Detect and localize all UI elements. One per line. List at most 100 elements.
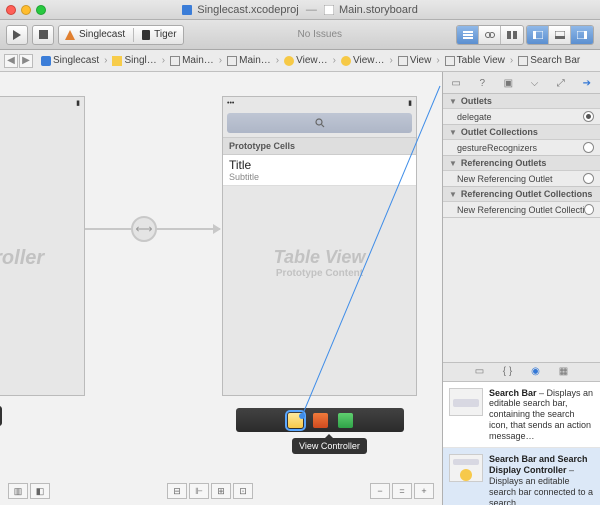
resolve-issues-button[interactable]: ⊞ <box>211 483 231 499</box>
crumb-label: Main… <box>182 55 214 66</box>
search-icon <box>315 118 325 128</box>
jump-crumb[interactable]: Main… <box>227 55 282 66</box>
document-outline-toggle[interactable]: ▥ <box>8 483 28 499</box>
exit-dock-icon[interactable] <box>338 413 353 428</box>
close-window-button[interactable] <box>6 5 16 15</box>
scene-dock <box>236 408 404 432</box>
window-title: Singlecast.xcodeproj — Main.storyboard <box>0 4 600 16</box>
jump-crumb[interactable]: Search Bar <box>518 55 588 66</box>
outlet-row[interactable]: gestureRecognizers <box>443 140 600 155</box>
size-inspector-tab[interactable]: ⤢ <box>554 77 568 91</box>
scene-watermark: n Controller <box>0 247 84 270</box>
scene-icon <box>284 56 294 66</box>
library-item-search-display-controller[interactable]: Search Bar and Search Display Controller… <box>443 448 600 505</box>
jump-bar: ◀ ▶ Singlecast Singl… Main… Main… View… … <box>0 50 600 72</box>
zoom-window-button[interactable] <box>36 5 46 15</box>
library-thumb <box>449 454 483 482</box>
code-snippet-library-tab[interactable]: { } <box>501 365 515 379</box>
stop-button[interactable] <box>32 25 54 45</box>
window-titlebar: Singlecast.xcodeproj — Main.storyboard <box>0 0 600 20</box>
outlet-name: delegate <box>457 112 492 122</box>
battery-icon: ▮ <box>76 99 80 107</box>
toggle-navigator-button[interactable] <box>527 26 549 44</box>
scene-navigation-controller[interactable]: •••▮ n Controller <box>0 96 85 396</box>
connections-inspector-tab[interactable]: ➔ <box>580 77 594 91</box>
view-icon <box>445 56 455 66</box>
identity-inspector-tab[interactable]: ▣ <box>501 77 515 91</box>
view-controller-dock-icon[interactable] <box>288 413 303 428</box>
version-editor-button[interactable] <box>501 26 523 44</box>
jump-crumb[interactable]: Singl… <box>112 55 168 66</box>
outlet-row[interactable]: New Referencing Outlet <box>443 171 600 186</box>
align-button[interactable]: ⊟ <box>167 483 187 499</box>
prototype-cells-header: Prototype Cells <box>223 137 416 155</box>
object-library-tab[interactable]: ◉ <box>529 365 543 379</box>
outlet-port[interactable] <box>583 111 594 122</box>
scheme-dest-label: Tiger <box>154 29 176 40</box>
quick-help-tab[interactable]: ? <box>475 77 489 91</box>
jump-crumb[interactable]: View… <box>284 55 339 66</box>
assistant-editor-button[interactable] <box>479 26 501 44</box>
jump-crumb[interactable]: Table View <box>445 55 517 66</box>
library-item-title: Search Bar <box>489 388 537 398</box>
minimize-window-button[interactable] <box>21 5 31 15</box>
resizing-button[interactable]: ⊡ <box>233 483 253 499</box>
attributes-inspector-tab[interactable]: ⌵ <box>528 77 542 91</box>
standard-editor-button[interactable] <box>457 26 479 44</box>
zoom-actual-button[interactable]: = <box>392 483 412 499</box>
scene-view-controller[interactable]: •••▮ Prototype Cells Title Subtitle Tabl… <box>222 96 417 396</box>
search-bar[interactable] <box>227 113 412 133</box>
jump-crumb[interactable]: Main… <box>170 55 225 66</box>
library-tabs: ▭ { } ◉ ▦ <box>443 362 600 382</box>
library-item-search-bar[interactable]: Search Bar – Displays an editable search… <box>443 382 600 449</box>
crumb-label: View… <box>296 55 328 66</box>
media-library-tab[interactable]: ▦ <box>557 365 571 379</box>
outlet-row[interactable]: New Referencing Outlet Collection <box>443 202 600 217</box>
scene-icon <box>341 56 351 66</box>
jump-crumb[interactable]: View <box>398 55 443 66</box>
run-button[interactable] <box>6 25 28 45</box>
traffic-lights <box>6 5 46 15</box>
referencing-outlet-collections-section: ▼Referencing Outlet Collections New Refe… <box>443 187 600 218</box>
first-responder-dock-icon[interactable] <box>313 413 328 428</box>
project-icon <box>41 56 51 66</box>
pin-button[interactable]: ⊩ <box>189 483 209 499</box>
main-toolbar: Singlecast Tiger No Issues <box>0 20 600 50</box>
file-inspector-tab[interactable]: ▭ <box>449 77 463 91</box>
toggle-utilities-button[interactable] <box>571 26 593 44</box>
battery-icon: ▮ <box>408 99 412 107</box>
toggle-debug-button[interactable] <box>549 26 571 44</box>
outlet-port[interactable] <box>583 173 594 184</box>
jump-crumb[interactable]: Singlecast <box>41 55 110 66</box>
outlets-section: ▼Outlets delegate <box>443 94 600 125</box>
canvas-config-button[interactable]: ◧ <box>30 483 50 499</box>
inspector-tabs: ▭ ? ▣ ⌵ ⤢ ➔ <box>443 72 600 94</box>
object-library: ▭ { } ◉ ▦ Search Bar – Displays an edita… <box>443 362 600 505</box>
tableview-watermark: Table View Prototype Content <box>223 247 416 279</box>
scheme-selector[interactable]: Singlecast Tiger <box>58 25 184 45</box>
jump-forward-button[interactable]: ▶ <box>19 54 33 68</box>
outlet-name: gestureRecognizers <box>457 143 537 153</box>
outlet-port[interactable] <box>584 204 594 215</box>
outlet-collections-section: ▼Outlet Collections gestureRecognizers <box>443 125 600 156</box>
view-panels-segmented[interactable] <box>526 25 594 45</box>
zoom-out-button[interactable]: − <box>370 483 390 499</box>
view-icon <box>398 56 408 66</box>
main-split: •••▮ n Controller n Controller ⟷ •••▮ Pr… <box>0 72 600 505</box>
outlet-row[interactable]: delegate <box>443 109 600 124</box>
editor-mode-segmented[interactable] <box>456 25 524 45</box>
dock-tooltip: View Controller <box>292 438 367 454</box>
jump-back-button[interactable]: ◀ <box>4 54 18 68</box>
file-template-library-tab[interactable]: ▭ <box>473 365 487 379</box>
storyboard-icon <box>324 5 334 15</box>
prototype-cell[interactable]: Title Subtitle <box>223 155 416 185</box>
file-icon <box>170 56 180 66</box>
segue[interactable]: ⟷ <box>85 216 220 242</box>
outlet-port[interactable] <box>583 142 594 153</box>
zoom-in-button[interactable]: + <box>414 483 434 499</box>
jump-crumb[interactable]: View… <box>341 55 396 66</box>
section-title: Outlets <box>461 96 594 106</box>
cell-subtitle-label: Subtitle <box>229 172 410 182</box>
interface-builder-canvas[interactable]: •••▮ n Controller n Controller ⟷ •••▮ Pr… <box>0 72 442 505</box>
section-title: Outlet Collections <box>461 127 594 137</box>
